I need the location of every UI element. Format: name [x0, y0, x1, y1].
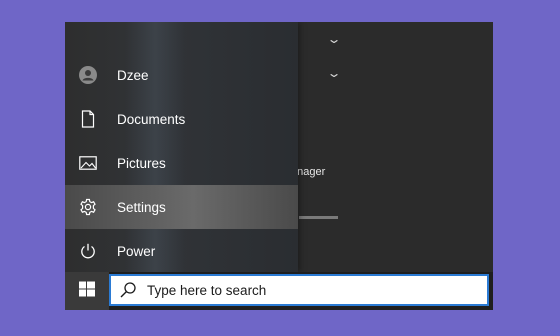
start-item-label: Dzee	[117, 67, 149, 83]
power-icon	[78, 241, 98, 261]
search-placeholder: Type here to search	[147, 282, 267, 298]
search-box[interactable]: Type here to search	[109, 274, 489, 306]
start-menu: Dzee Documents Pictures Settings Power	[65, 22, 298, 272]
start-button[interactable]	[65, 272, 109, 310]
gear-icon	[78, 197, 98, 217]
start-item-label: Documents	[117, 111, 186, 127]
start-item-power[interactable]: Power	[65, 229, 298, 273]
screen: ⌄ ⌄ anager Dzee Documents Pictures Setti…	[65, 22, 493, 310]
start-item-settings[interactable]: Settings	[65, 185, 298, 229]
pictures-icon	[78, 153, 98, 173]
chevron-down-icon[interactable]: ⌄	[326, 66, 341, 80]
start-item-label: Settings	[117, 199, 166, 215]
chevron-down-icon[interactable]: ⌄	[326, 32, 341, 46]
start-item-pictures[interactable]: Pictures	[65, 141, 298, 185]
search-icon	[119, 281, 137, 299]
start-item-label: Pictures	[117, 155, 166, 171]
progress-line	[299, 216, 338, 219]
windows-logo-icon	[79, 281, 95, 302]
taskbar: Type here to search	[65, 272, 493, 310]
start-item-user[interactable]: Dzee	[65, 53, 298, 97]
avatar-icon	[78, 65, 98, 85]
start-item-label: Power	[117, 243, 156, 259]
document-icon	[78, 109, 98, 129]
start-item-documents[interactable]: Documents	[65, 97, 298, 141]
